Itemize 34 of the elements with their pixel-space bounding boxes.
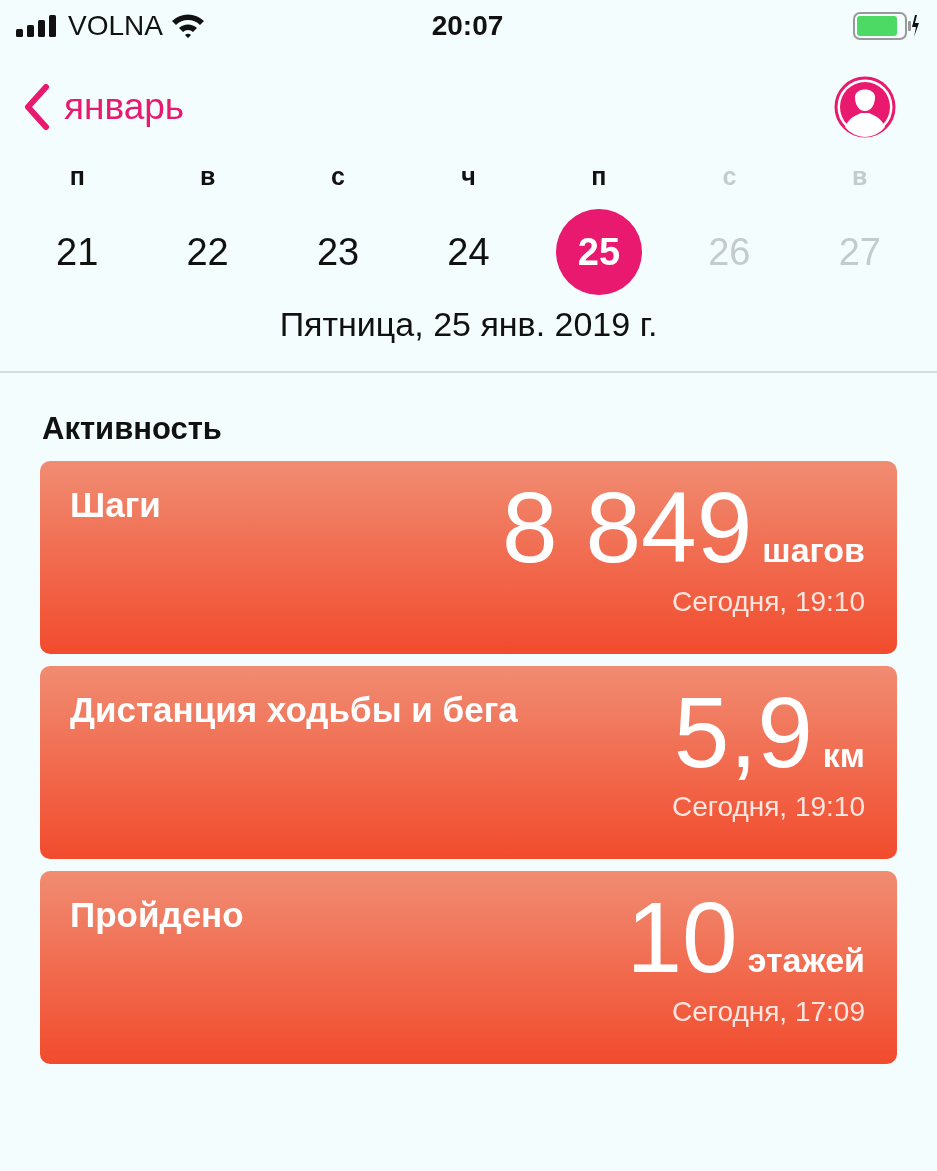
- day-button[interactable]: 22: [164, 209, 251, 295]
- metric-unit: км: [822, 736, 865, 775]
- metric-title: Дистанция ходьбы и бега: [70, 690, 518, 731]
- metric-value: 10: [626, 885, 738, 990]
- carrier-name: VOLNA: [68, 10, 163, 42]
- wifi-icon: [170, 13, 205, 39]
- metric-title: Пройдено: [70, 895, 244, 936]
- day-button[interactable]: 25: [555, 209, 642, 295]
- metric-value: 8 849: [502, 475, 753, 580]
- weekday-label: п: [69, 162, 85, 191]
- metric-unit: этажей: [747, 941, 865, 980]
- metric-unit: шагов: [762, 531, 865, 570]
- clock-time: 20:07: [431, 10, 504, 42]
- metric-card[interactable]: Дистанция ходьбы и бега 5,9 км Сегодня, 19:10: [40, 666, 897, 859]
- day-button[interactable]: 24: [425, 209, 512, 295]
- weekday-label: п: [591, 162, 607, 191]
- metric-card[interactable]: Шаги 8 849 шагов Сегодня, 19:10: [40, 461, 897, 654]
- day-button[interactable]: 21: [34, 209, 121, 295]
- weekday-label: в: [199, 162, 216, 191]
- profile-icon[interactable]: [833, 75, 897, 139]
- metric-card[interactable]: Пройдено 10 этажей Сегодня, 17:09: [40, 871, 897, 1064]
- battery-icon: [853, 12, 919, 40]
- metric-time: Сегодня, 19:10: [672, 586, 865, 618]
- weekday-label: ч: [461, 162, 476, 191]
- back-button[interactable]: январь: [22, 83, 185, 131]
- weekday-label: с: [331, 162, 345, 191]
- metric-time: Сегодня, 19:10: [672, 791, 865, 823]
- section-title: Активность: [41, 410, 223, 448]
- metric-title: Шаги: [70, 485, 161, 526]
- metric-value: 5,9: [673, 680, 813, 785]
- selected-date: Пятница, 25 янв. 2019 г.: [278, 305, 659, 345]
- back-chevron-icon: [22, 83, 50, 131]
- day-button[interactable]: 23: [295, 209, 382, 295]
- metric-time: Сегодня, 17:09: [672, 996, 865, 1028]
